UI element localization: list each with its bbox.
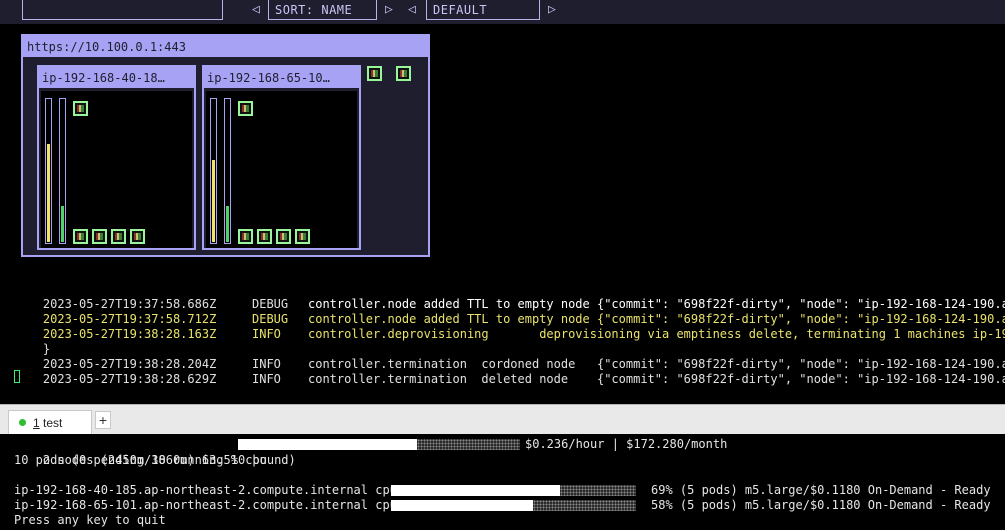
- node-body: [206, 91, 357, 248]
- node-card[interactable]: ip-192-168-40-18…: [37, 65, 196, 250]
- pending-pod[interactable]: [367, 66, 382, 81]
- preset-prev-arrow-icon[interactable]: ◁: [408, 1, 416, 19]
- cluster-box: https://10.100.0.1:443 ip-192-168-40-18……: [21, 34, 430, 257]
- pod[interactable]: [73, 101, 88, 116]
- node-status-label: ip-192-168-65-101.ap-northeast-2.compute…: [14, 498, 397, 512]
- sort-next-arrow-icon[interactable]: ▷: [385, 1, 393, 19]
- cpu-gauge: [210, 98, 217, 244]
- node-cpu-gauge-remaining: [560, 485, 636, 496]
- terminal-tab-bar: 1 test +: [0, 404, 1005, 435]
- viz-toolbar: ◁ SORT: NAME ▷ ◁ DEFAULT ▷: [0, 0, 1005, 24]
- log-message: controller.node added TTL to empty node …: [308, 312, 1005, 326]
- cpu-gauge-fill: [212, 160, 215, 242]
- log-message: controller.deprovisioning deprovisioning…: [308, 327, 1005, 341]
- log-level: INFO: [252, 372, 281, 386]
- node-card[interactable]: ip-192-168-65-10…: [202, 65, 361, 250]
- log-message: controller.termination cordoned node {"c…: [308, 357, 1005, 371]
- log-timestamp: 2023-05-27T19:38:28.163Z: [42, 327, 217, 341]
- search-input[interactable]: [22, 0, 223, 20]
- pending-pod[interactable]: [396, 66, 411, 81]
- log-message: controller.node added TTL to empty node …: [308, 297, 1005, 311]
- pod[interactable]: [92, 229, 107, 244]
- pod[interactable]: [238, 101, 253, 116]
- cpu-gauge-fill: [47, 144, 50, 242]
- node-cpu-gauge: [391, 485, 560, 496]
- log-level: INFO: [252, 357, 281, 371]
- node-status-detail: 69% (5 pods) m5.large/$0.1180 On-Demand …: [651, 483, 991, 497]
- preset-next-arrow-icon[interactable]: ▷: [548, 1, 556, 19]
- terminal-cursor: [14, 370, 20, 383]
- pod[interactable]: [257, 229, 272, 244]
- sort-prev-arrow-icon[interactable]: ◁: [252, 1, 260, 19]
- log-level: INFO: [252, 327, 281, 341]
- node-body: [41, 91, 192, 248]
- tab-test[interactable]: 1 test: [8, 410, 92, 435]
- pod[interactable]: [111, 229, 126, 244]
- node-name: ip-192-168-40-18…: [39, 67, 194, 88]
- tab-title: test: [43, 416, 63, 430]
- cpu-gauge: [45, 98, 52, 244]
- cluster-endpoint: https://10.100.0.1:443: [23, 36, 428, 57]
- memory-gauge: [224, 98, 231, 244]
- memory-gauge-fill: [226, 206, 229, 242]
- log-line: 2023-05-27T19:38:28.629Z INFO controller.t…: [14, 355, 1005, 403]
- log-level: DEBUG: [252, 312, 289, 326]
- summary-cpu-gauge: [238, 439, 417, 450]
- quit-hint: Press any key to quit: [14, 513, 166, 527]
- log-level: DEBUG: [252, 297, 289, 311]
- pod[interactable]: [238, 229, 253, 244]
- node-name: ip-192-168-65-10…: [204, 67, 359, 88]
- cluster-visualizer: ◁ SORT: NAME ▷ ◁ DEFAULT ▷ https://10.10…: [0, 0, 1005, 278]
- preset-selector[interactable]: DEFAULT: [426, 0, 540, 20]
- summary-cpu-gauge-remaining: [417, 439, 520, 450]
- pods-summary: 10 pods (0 pending 10 running 10 bound): [14, 453, 296, 467]
- pod[interactable]: [276, 229, 291, 244]
- status-pane: 2 nodes (2450m/3860m) 63.5% cpu $0.236/h…: [0, 434, 1005, 530]
- active-status-icon: [19, 419, 26, 426]
- node-status-label: ip-192-168-40-185.ap-northeast-2.compute…: [14, 483, 397, 497]
- log-message: controller.termination deleted node {"co…: [308, 372, 1005, 386]
- node-cpu-gauge-remaining: [533, 500, 636, 511]
- add-tab-button[interactable]: +: [95, 411, 111, 429]
- log-timestamp: 2023-05-27T19:38:28.629Z: [42, 372, 217, 386]
- pod[interactable]: [73, 229, 88, 244]
- tab-label: 1 test: [33, 412, 62, 434]
- tab-number: 1: [33, 416, 40, 430]
- memory-gauge: [59, 98, 66, 244]
- cost-summary: $0.236/hour | $172.280/month: [525, 437, 728, 451]
- pod[interactable]: [130, 229, 145, 244]
- memory-gauge-fill: [61, 206, 64, 242]
- node-cpu-gauge: [391, 500, 533, 511]
- log-pane[interactable]: 2023-05-27T19:37:58.686Z DEBUG controller.…: [0, 278, 1005, 404]
- node-status-detail: 58% (5 pods) m5.large/$0.1180 On-Demand …: [651, 498, 991, 512]
- sort-selector[interactable]: SORT: NAME: [268, 0, 377, 20]
- pod[interactable]: [295, 229, 310, 244]
